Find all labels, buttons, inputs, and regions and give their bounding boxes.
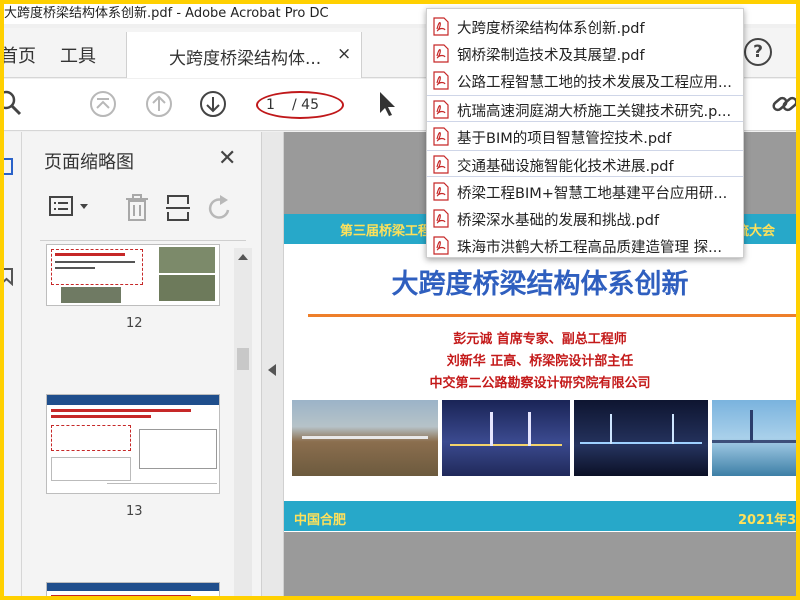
delete-page-icon[interactable] <box>122 194 152 222</box>
author-line: 刘新华 正高、桥梁院设计部主任 <box>446 354 634 369</box>
recent-file-name: 桥梁工程BIM+智慧工地基建平台应用研... <box>457 186 728 202</box>
pdf-file-icon <box>433 182 449 201</box>
title-rule <box>308 314 796 317</box>
page-thumbnails-icon[interactable] <box>4 158 14 176</box>
recent-file-name: 公路工程智慧工地的技术发展及工程应用... <box>457 75 732 91</box>
pdf-file-icon <box>433 44 449 63</box>
recent-file-name: 桥梁深水基础的发展和挑战.pdf <box>457 213 660 229</box>
bridge-photo-river <box>712 400 796 476</box>
slide-title: 大跨度桥梁结构体系创新 <box>391 269 689 300</box>
author-line: 中交第二公路勘察设计研究院有限公司 <box>429 376 651 391</box>
thumbnail-scrollbar[interactable] <box>234 248 252 596</box>
scrollbar-thumb[interactable] <box>237 348 249 370</box>
recent-file-item[interactable]: 杭瑞高速洞庭湖大桥施工关键技术研究.p... <box>427 95 743 122</box>
conference-name: 第三届桥梁工程 <box>340 224 432 239</box>
pdf-file-icon <box>433 155 449 174</box>
navigation-pane-strip <box>4 132 22 596</box>
collapse-arrow-icon <box>268 364 276 376</box>
page-number-input[interactable]: 1 <box>266 97 275 113</box>
page-thumbnail-14[interactable] <box>46 582 220 596</box>
tab-home[interactable]: 首页 <box>4 42 36 68</box>
page-thumbnails-panel: 页面缩略图 ✕ 12 13 <box>22 132 262 596</box>
pdf-file-icon <box>433 71 449 90</box>
recent-file-item[interactable]: 珠海市洪鹤大桥工程高品质建造管理 探... <box>427 232 743 257</box>
extract-page-icon[interactable] <box>164 194 194 222</box>
page-thumbnail-13[interactable] <box>46 394 220 494</box>
panel-divider <box>40 240 246 241</box>
recent-files-popup: 大跨度桥梁结构体系创新.pdf 钢桥梁制造技术及其展望.pdf 公路工程智慧工地… <box>426 8 744 258</box>
collapse-panel-handle[interactable] <box>262 132 284 596</box>
bookmarks-icon[interactable] <box>4 268 14 286</box>
recent-file-item[interactable]: 交通基础设施智能化技术进展.pdf <box>427 150 743 177</box>
recent-file-name: 大跨度桥梁结构体系创新.pdf <box>457 21 645 37</box>
thumbnail-options-icon[interactable] <box>48 194 92 220</box>
bridge-photo-night <box>442 400 570 476</box>
recent-file-item[interactable]: 基于BIM的项目智慧管控技术.pdf <box>427 123 743 150</box>
close-tab-icon[interactable]: × <box>337 44 351 64</box>
help-icon[interactable]: ? <box>744 38 772 66</box>
window-title: 大跨度桥梁结构体系创新.pdf - Adobe Acrobat Pro DC <box>4 6 329 21</box>
previous-page-icon[interactable] <box>144 89 174 119</box>
recent-file-item[interactable]: 公路工程智慧工地的技术发展及工程应用... <box>427 67 743 94</box>
page-thumbnail-12[interactable] <box>46 244 220 306</box>
select-cursor-icon[interactable] <box>372 89 402 119</box>
search-icon[interactable] <box>4 89 28 119</box>
first-page-icon[interactable] <box>88 89 118 119</box>
scroll-up-icon[interactable] <box>238 254 248 260</box>
recent-file-name: 钢桥梁制造技术及其展望.pdf <box>457 48 645 64</box>
bridge-photo-cable <box>574 400 708 476</box>
acrobat-window: 大跨度桥梁结构体系创新.pdf - Adobe Acrobat Pro DC 首… <box>4 4 796 596</box>
pdf-file-icon <box>433 209 449 228</box>
tab-tools[interactable]: 工具 <box>60 42 96 68</box>
recent-file-name: 杭瑞高速洞庭湖大桥施工关键技术研究.p... <box>457 104 732 120</box>
pdf-page: 第三届桥梁工程 流大会 大跨度桥梁结构体系创新 彭元诚 首席专家、副总工程师 刘… <box>284 214 796 532</box>
tab-document[interactable]: 大跨度桥梁结构体... × <box>126 32 362 78</box>
recent-file-name: 基于BIM的项目智慧管控技术.pdf <box>457 131 672 147</box>
recent-file-item[interactable]: 钢桥梁制造技术及其展望.pdf <box>427 40 743 67</box>
slide-footer-band: 中国合肥 2021年3月 <box>284 501 796 531</box>
close-panel-icon[interactable]: ✕ <box>218 146 236 171</box>
event-location: 中国合肥 <box>294 513 347 528</box>
bridge-photo-canyon <box>292 400 438 476</box>
pdf-file-icon <box>433 17 449 36</box>
next-page-icon[interactable] <box>198 89 228 119</box>
page-count: / 45 <box>292 97 319 113</box>
author-line: 彭元诚 首席专家、副总工程师 <box>453 332 627 347</box>
link-icon[interactable] <box>770 89 796 119</box>
recent-file-item[interactable]: 桥梁工程BIM+智慧工地基建平台应用研... <box>427 178 743 205</box>
pdf-file-icon <box>433 127 449 146</box>
rotate-page-icon[interactable] <box>206 194 236 222</box>
tab-document-label: 大跨度桥梁结构体... <box>169 49 322 69</box>
page-number-label: 12 <box>126 316 143 331</box>
event-date: 2021年3月 <box>738 513 796 528</box>
pdf-file-icon <box>433 100 449 119</box>
recent-file-item[interactable]: 大跨度桥梁结构体系创新.pdf <box>427 13 743 40</box>
panel-title: 页面缩略图 <box>44 152 134 173</box>
recent-file-item[interactable]: 桥梁深水基础的发展和挑战.pdf <box>427 205 743 232</box>
pdf-file-icon <box>433 236 449 255</box>
recent-file-name: 交通基础设施智能化技术进展.pdf <box>457 159 674 175</box>
recent-file-name: 珠海市洪鹤大桥工程高品质建造管理 探... <box>457 240 722 256</box>
page-number-label: 13 <box>126 504 143 519</box>
